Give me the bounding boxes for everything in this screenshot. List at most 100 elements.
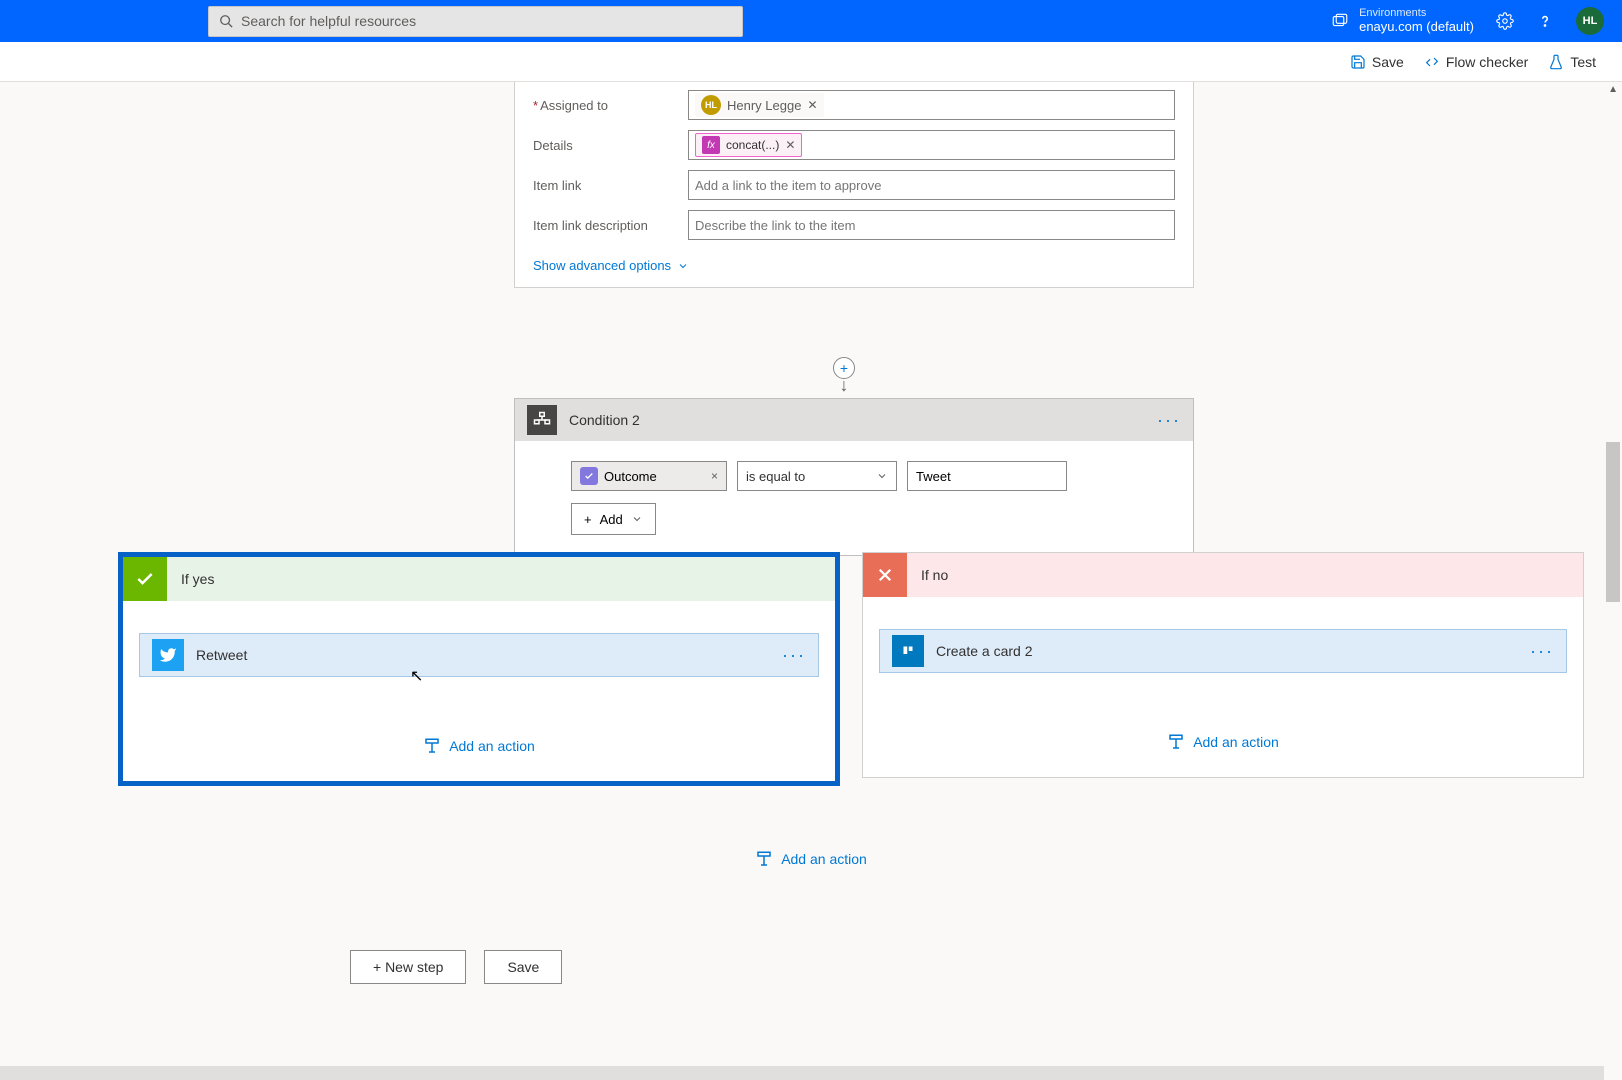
condition-body: Outcome × is equal to Tweet + Add	[515, 441, 1193, 555]
approval-card: *Assigned to HL Henry Legge ✕ Details fx…	[514, 82, 1194, 288]
field-row-item-link-desc: Item link description	[533, 210, 1175, 240]
add-action-button-yes[interactable]: Add an action	[139, 737, 819, 755]
item-link-input[interactable]	[688, 170, 1175, 200]
action-toolbar: Save Flow checker Test	[0, 42, 1622, 82]
plus-icon: +	[584, 512, 592, 527]
save-icon	[1350, 54, 1366, 70]
header-right: Environments enayu.com (default) HL	[1331, 7, 1604, 35]
add-condition-button[interactable]: + Add	[571, 503, 656, 535]
assigned-to-input[interactable]: HL Henry Legge ✕	[688, 90, 1175, 120]
condition-left-operand[interactable]: Outcome ×	[571, 461, 727, 491]
environment-icon	[1331, 12, 1349, 30]
connector: + ↓	[833, 357, 855, 391]
remove-person-icon[interactable]: ✕	[807, 98, 817, 112]
condition-operator-select[interactable]: is equal to	[737, 461, 897, 491]
details-input[interactable]: fx concat(...) ✕	[688, 130, 1175, 160]
add-action-label: Add an action	[449, 738, 535, 754]
save-button[interactable]: Save	[1350, 54, 1404, 70]
bottom-button-row: + New step Save	[350, 950, 562, 984]
token-text: concat(...)	[726, 138, 779, 152]
field-row-assigned-to: *Assigned to HL Henry Legge ✕	[533, 90, 1175, 120]
help-icon[interactable]	[1536, 12, 1554, 30]
settings-icon[interactable]	[1496, 12, 1514, 30]
condition-card: Condition 2 ··· Outcome × is equal to Tw…	[514, 398, 1194, 556]
save-label: Save	[1372, 54, 1404, 70]
close-icon	[863, 553, 907, 597]
add-action-icon	[1167, 733, 1185, 751]
trello-title: Create a card 2	[936, 643, 1033, 659]
advanced-label: Show advanced options	[533, 258, 671, 273]
add-action-button-no[interactable]: Add an action	[879, 733, 1567, 751]
action-menu-icon[interactable]: ···	[1530, 641, 1554, 662]
action-menu-icon[interactable]: ···	[782, 645, 806, 666]
check-icon	[123, 557, 167, 601]
search-placeholder: Search for helpful resources	[241, 13, 416, 29]
flow-canvas[interactable]: *Assigned to HL Henry Legge ✕ Details fx…	[0, 82, 1622, 1080]
condition-header[interactable]: Condition 2 ···	[515, 399, 1193, 441]
person-token: HL Henry Legge ✕	[695, 93, 824, 117]
test-button[interactable]: Test	[1548, 54, 1596, 70]
env-label: Environments	[1359, 7, 1474, 20]
assigned-to-label: *Assigned to	[533, 98, 688, 113]
search-icon	[219, 14, 233, 28]
retweet-action-card[interactable]: Retweet ···	[139, 633, 819, 677]
condition-row: Outcome × is equal to Tweet	[571, 461, 1157, 491]
user-avatar[interactable]: HL	[1576, 7, 1604, 35]
condition-menu-icon[interactable]: ···	[1157, 410, 1181, 431]
if-yes-branch: If yes Retweet ··· Add an action	[118, 552, 840, 786]
if-no-header: If no	[863, 553, 1583, 597]
condition-value-text: Tweet	[916, 469, 951, 484]
chevron-down-icon	[677, 260, 689, 272]
condition-icon	[527, 405, 557, 435]
expression-token: fx concat(...) ✕	[695, 133, 802, 157]
horizontal-scrollbar[interactable]	[0, 1066, 1604, 1080]
add-label: Add	[600, 512, 623, 527]
if-no-body: Create a card 2 ··· Add an action	[863, 597, 1583, 777]
twitter-icon	[152, 639, 184, 671]
trello-icon	[892, 635, 924, 667]
if-no-title: If no	[921, 567, 948, 583]
fx-icon: fx	[702, 136, 720, 154]
remove-outcome-icon[interactable]: ×	[711, 469, 718, 483]
details-label: Details	[533, 138, 688, 153]
flow-checker-icon	[1424, 54, 1440, 70]
flow-checker-label: Flow checker	[1446, 54, 1528, 70]
search-input[interactable]: Search for helpful resources	[208, 6, 743, 37]
operator-text: is equal to	[746, 469, 805, 484]
person-name: Henry Legge	[727, 98, 801, 113]
save-flow-button[interactable]: Save	[484, 950, 562, 984]
chevron-down-icon	[876, 470, 888, 482]
new-step-button[interactable]: + New step	[350, 950, 466, 984]
item-link-desc-label: Item link description	[533, 218, 688, 233]
field-row-details: Details fx concat(...) ✕	[533, 130, 1175, 160]
item-link-label: Item link	[533, 178, 688, 193]
top-header: Search for helpful resources Environment…	[0, 0, 1622, 42]
add-action-label: Add an action	[1193, 734, 1279, 750]
scroll-up-arrow-icon[interactable]: ▲	[1608, 84, 1618, 95]
outer-add-action-row: Add an action	[0, 850, 1622, 868]
add-action-label: Add an action	[781, 851, 867, 867]
retweet-title: Retweet	[196, 647, 247, 663]
trello-action-card[interactable]: Create a card 2 ···	[879, 629, 1567, 673]
show-advanced-link[interactable]: Show advanced options	[533, 258, 689, 273]
condition-value-input[interactable]: Tweet	[907, 461, 1067, 491]
if-no-branch: If no Create a card 2 ··· Add an action	[862, 552, 1584, 778]
arrow-down-icon: ↓	[840, 380, 849, 391]
if-yes-body: Retweet ··· Add an action	[123, 601, 835, 781]
outcome-token-text: Outcome	[604, 469, 657, 484]
scroll-thumb[interactable]	[1606, 442, 1620, 602]
environment-picker[interactable]: Environments enayu.com (default)	[1331, 7, 1474, 35]
remove-token-icon[interactable]: ✕	[785, 138, 795, 152]
vertical-scrollbar[interactable]: ▲	[1604, 82, 1620, 1080]
add-action-icon	[755, 850, 773, 868]
if-yes-title: If yes	[181, 571, 214, 587]
if-yes-header: If yes	[123, 557, 835, 601]
condition-title: Condition 2	[569, 412, 640, 428]
add-action-icon	[423, 737, 441, 755]
item-link-desc-input[interactable]	[688, 210, 1175, 240]
add-action-button-outer[interactable]: Add an action	[755, 850, 867, 868]
test-label: Test	[1570, 54, 1596, 70]
chevron-down-icon	[631, 513, 643, 525]
field-row-item-link: Item link	[533, 170, 1175, 200]
flow-checker-button[interactable]: Flow checker	[1424, 54, 1528, 70]
